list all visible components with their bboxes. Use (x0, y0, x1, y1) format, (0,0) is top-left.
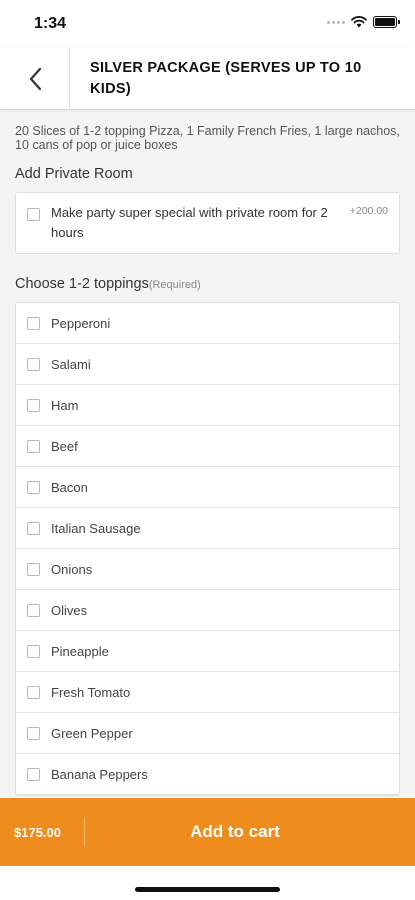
required-label: (Required) (148, 279, 201, 291)
private-room-option[interactable]: Make party super special with private ro… (16, 193, 399, 253)
cart-bar: $175.00 Add to cart (0, 798, 415, 866)
topping-item-fresh-tomato[interactable]: Fresh Tomato (16, 672, 399, 713)
battery-icon (373, 16, 400, 28)
topping-label: Pineapple (51, 643, 109, 659)
wifi-icon (351, 16, 367, 28)
private-room-price: +200.00 (349, 205, 388, 217)
topping-checkbox[interactable] (27, 358, 40, 371)
topping-item-pineapple[interactable]: Pineapple (16, 631, 399, 672)
signal-icon (327, 20, 345, 24)
toppings-title: Choose 1-2 toppings(Required) (15, 276, 400, 292)
topping-item-pepperoni[interactable]: Pepperoni (16, 303, 399, 344)
topping-label: Onions (51, 561, 93, 577)
private-room-title: Add Private Room (15, 166, 133, 182)
status-time: 1:34 (34, 15, 67, 32)
topping-item-olives[interactable]: Olives (16, 590, 399, 631)
topping-checkbox[interactable] (27, 563, 40, 576)
topping-checkbox[interactable] (27, 440, 40, 453)
topping-checkbox[interactable] (27, 604, 40, 617)
topping-label: Bacon (51, 479, 88, 495)
toppings-title-label: Choose 1-2 toppings (15, 276, 149, 292)
topping-checkbox[interactable] (27, 768, 40, 781)
topping-checkbox[interactable] (27, 522, 40, 535)
private-room-checkbox[interactable] (27, 208, 40, 221)
status-bar: 1:34 (0, 0, 415, 48)
topping-checkbox[interactable] (27, 645, 40, 658)
back-button[interactable] (0, 48, 70, 110)
topping-item-onions[interactable]: Onions (16, 549, 399, 590)
status-icons (327, 16, 400, 28)
page-title: SILVER PACKAGE (SERVES UP TO 10 KIDS) (90, 60, 362, 97)
topping-item-ham[interactable]: Ham (16, 385, 399, 426)
product-options[interactable]: 20 Slices of 1-2 topping Pizza, 1 Family… (0, 110, 415, 798)
topping-checkbox[interactable] (27, 481, 40, 494)
home-area (0, 866, 415, 900)
home-indicator[interactable] (135, 887, 280, 892)
package-description: 20 Slices of 1-2 topping Pizza, 1 Family… (15, 124, 400, 152)
toppings-list: Pepperoni Salami Ham Beef Bacon Italian … (15, 302, 400, 796)
topping-label: Olives (51, 602, 88, 618)
topping-label: Banana Peppers (51, 766, 148, 782)
topping-label: Salami (51, 356, 91, 372)
private-room-label: Make party super special with private ro… (51, 205, 328, 240)
private-room-card: Make party super special with private ro… (15, 192, 400, 254)
topping-item-bacon[interactable]: Bacon (16, 467, 399, 508)
topping-checkbox[interactable] (27, 317, 40, 330)
cart-price: $175.00 (0, 817, 85, 847)
topping-label: Italian Sausage (51, 520, 141, 536)
topping-label: Green Pepper (51, 725, 133, 741)
topping-label: Beef (51, 438, 78, 454)
topping-label: Fresh Tomato (51, 684, 131, 700)
chevron-left-icon (29, 67, 41, 91)
topping-item-green-pepper[interactable]: Green Pepper (16, 713, 399, 754)
header: SILVER PACKAGE (SERVES UP TO 10 KIDS) (0, 48, 415, 110)
topping-label: Pepperoni (51, 315, 111, 331)
topping-item-banana-peppers[interactable]: Banana Peppers (16, 754, 399, 795)
topping-label: Ham (51, 397, 79, 413)
topping-item-salami[interactable]: Salami (16, 344, 399, 385)
topping-checkbox[interactable] (27, 399, 40, 412)
topping-checkbox[interactable] (27, 686, 40, 699)
topping-item-italian-sausage[interactable]: Italian Sausage (16, 508, 399, 549)
topping-checkbox[interactable] (27, 727, 40, 740)
topping-item-beef[interactable]: Beef (16, 426, 399, 467)
add-to-cart-button[interactable]: Add to cart (85, 822, 415, 842)
